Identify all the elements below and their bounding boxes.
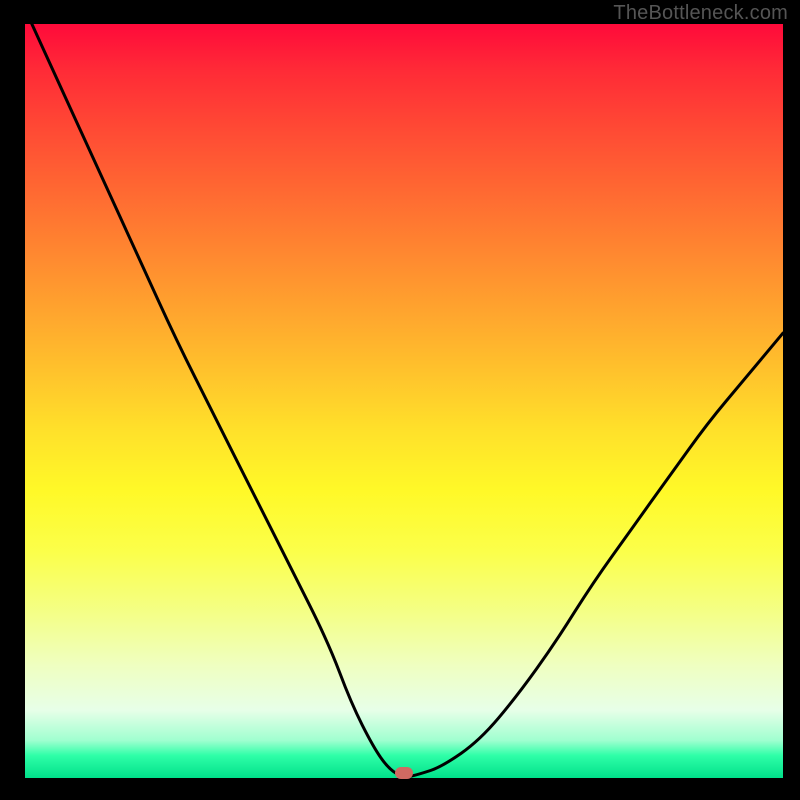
plot-area <box>25 24 783 778</box>
watermark-text: TheBottleneck.com <box>613 2 788 25</box>
chart-container: TheBottleneck.com <box>0 0 800 800</box>
bottleneck-curve <box>25 24 783 778</box>
optimum-marker <box>395 767 413 779</box>
